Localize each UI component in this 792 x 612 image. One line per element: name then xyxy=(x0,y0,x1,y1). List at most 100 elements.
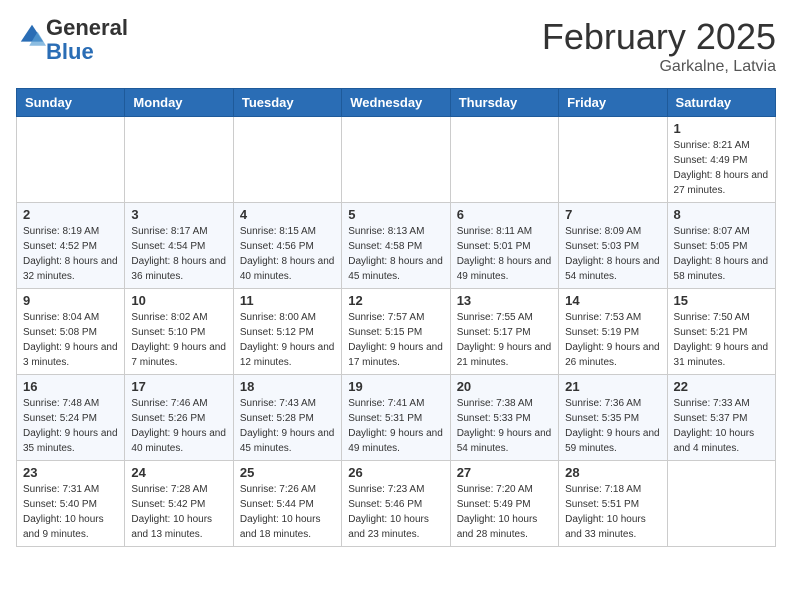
calendar-cell xyxy=(17,117,125,203)
day-number: 24 xyxy=(131,465,226,480)
calendar-cell: 23 Sunrise: 7:31 AM Sunset: 5:40 PM Dayli… xyxy=(17,461,125,547)
day-info: Sunrise: 7:26 AM Sunset: 5:44 PM Dayligh… xyxy=(240,482,335,542)
calendar-cell: 27 Sunrise: 7:20 AM Sunset: 5:49 PM Dayli… xyxy=(450,461,558,547)
calendar-cell: 18Sunrise: 7:43 AM Sunset: 5:28 PM Dayli… xyxy=(233,375,341,461)
day-info: Sunrise: 7:43 AM Sunset: 5:28 PM Dayligh… xyxy=(240,396,335,456)
calendar-cell: 2 Sunrise: 8:19 AM Sunset: 4:52 PM Daylig… xyxy=(17,203,125,289)
calendar-cell xyxy=(125,117,233,203)
calendar-week-row: 16Sunrise: 7:48 AM Sunset: 5:24 PM Dayli… xyxy=(17,375,776,461)
calendar-cell: 1 Sunrise: 8:21 AM Sunset: 4:49 PM Daylig… xyxy=(667,117,775,203)
calendar-cell: 26 Sunrise: 7:23 AM Sunset: 5:46 PM Dayli… xyxy=(342,461,450,547)
day-number: 5 xyxy=(348,207,443,222)
day-number: 12 xyxy=(348,293,443,308)
calendar-cell: 22Sunrise: 7:33 AM Sunset: 5:37 PM Dayli… xyxy=(667,375,775,461)
day-info: Sunrise: 7:20 AM Sunset: 5:49 PM Dayligh… xyxy=(457,482,552,542)
weekday-header-row: SundayMondayTuesdayWednesdayThursdayFrid… xyxy=(17,89,776,117)
weekday-header: Thursday xyxy=(450,89,558,117)
calendar-cell: 5 Sunrise: 8:13 AM Sunset: 4:58 PM Daylig… xyxy=(342,203,450,289)
calendar-week-row: 23 Sunrise: 7:31 AM Sunset: 5:40 PM Dayli… xyxy=(17,461,776,547)
day-info: Sunrise: 7:36 AM Sunset: 5:35 PM Dayligh… xyxy=(565,396,660,456)
calendar-cell: 21 Sunrise: 7:36 AM Sunset: 5:35 PM Dayli… xyxy=(559,375,667,461)
calendar-cell: 9 Sunrise: 8:04 AM Sunset: 5:08 PM Daylig… xyxy=(17,289,125,375)
calendar-cell: 3 Sunrise: 8:17 AM Sunset: 4:54 PM Daylig… xyxy=(125,203,233,289)
calendar-cell xyxy=(342,117,450,203)
calendar-cell: 24 Sunrise: 7:28 AM Sunset: 5:42 PM Dayli… xyxy=(125,461,233,547)
day-number: 14 xyxy=(565,293,660,308)
day-number: 8 xyxy=(674,207,769,222)
day-number: 6 xyxy=(457,207,552,222)
weekday-header: Sunday xyxy=(17,89,125,117)
day-info: Sunrise: 8:19 AM Sunset: 4:52 PM Dayligh… xyxy=(23,224,118,284)
calendar-cell xyxy=(450,117,558,203)
logo-icon xyxy=(18,22,46,50)
calendar-cell: 13 Sunrise: 7:55 AM Sunset: 5:17 PM Dayli… xyxy=(450,289,558,375)
calendar-week-row: 9 Sunrise: 8:04 AM Sunset: 5:08 PM Daylig… xyxy=(17,289,776,375)
calendar-cell: 16Sunrise: 7:48 AM Sunset: 5:24 PM Dayli… xyxy=(17,375,125,461)
calendar-cell: 4Sunrise: 8:15 AM Sunset: 4:56 PM Daylig… xyxy=(233,203,341,289)
calendar-cell: 17 Sunrise: 7:46 AM Sunset: 5:26 PM Dayli… xyxy=(125,375,233,461)
calendar-cell: 20 Sunrise: 7:38 AM Sunset: 5:33 PM Dayli… xyxy=(450,375,558,461)
calendar-cell: 11 Sunrise: 8:00 AM Sunset: 5:12 PM Dayli… xyxy=(233,289,341,375)
day-number: 3 xyxy=(131,207,226,222)
calendar-cell: 10 Sunrise: 8:02 AM Sunset: 5:10 PM Dayli… xyxy=(125,289,233,375)
day-number: 9 xyxy=(23,293,118,308)
calendar-cell: 7Sunrise: 8:09 AM Sunset: 5:03 PM Daylig… xyxy=(559,203,667,289)
calendar-subtitle: Garkalne, Latvia xyxy=(542,58,776,76)
day-info: Sunrise: 8:00 AM Sunset: 5:12 PM Dayligh… xyxy=(240,310,335,370)
day-info: Sunrise: 7:31 AM Sunset: 5:40 PM Dayligh… xyxy=(23,482,118,542)
day-info: Sunrise: 7:23 AM Sunset: 5:46 PM Dayligh… xyxy=(348,482,443,542)
day-info: Sunrise: 8:21 AM Sunset: 4:49 PM Dayligh… xyxy=(674,138,769,198)
calendar-cell: 6 Sunrise: 8:11 AM Sunset: 5:01 PM Daylig… xyxy=(450,203,558,289)
calendar-cell: 14 Sunrise: 7:53 AM Sunset: 5:19 PM Dayli… xyxy=(559,289,667,375)
calendar-week-row: 2 Sunrise: 8:19 AM Sunset: 4:52 PM Daylig… xyxy=(17,203,776,289)
day-number: 10 xyxy=(131,293,226,308)
calendar-cell xyxy=(233,117,341,203)
logo: General Blue xyxy=(16,16,128,64)
calendar-cell: 12 Sunrise: 7:57 AM Sunset: 5:15 PM Dayli… xyxy=(342,289,450,375)
calendar-week-row: 1 Sunrise: 8:21 AM Sunset: 4:49 PM Daylig… xyxy=(17,117,776,203)
day-number: 21 xyxy=(565,379,660,394)
day-number: 2 xyxy=(23,207,118,222)
day-info: Sunrise: 7:28 AM Sunset: 5:42 PM Dayligh… xyxy=(131,482,226,542)
weekday-header: Wednesday xyxy=(342,89,450,117)
day-number: 11 xyxy=(240,293,335,308)
calendar-cell: 25 Sunrise: 7:26 AM Sunset: 5:44 PM Dayli… xyxy=(233,461,341,547)
day-info: Sunrise: 7:46 AM Sunset: 5:26 PM Dayligh… xyxy=(131,396,226,456)
calendar-title: February 2025 xyxy=(542,16,776,58)
day-info: Sunrise: 7:38 AM Sunset: 5:33 PM Dayligh… xyxy=(457,396,552,456)
day-info: Sunrise: 8:02 AM Sunset: 5:10 PM Dayligh… xyxy=(131,310,226,370)
day-number: 27 xyxy=(457,465,552,480)
day-number: 23 xyxy=(23,465,118,480)
day-info: Sunrise: 8:13 AM Sunset: 4:58 PM Dayligh… xyxy=(348,224,443,284)
calendar-cell xyxy=(559,117,667,203)
calendar-table: SundayMondayTuesdayWednesdayThursdayFrid… xyxy=(16,88,776,547)
day-number: 4 xyxy=(240,207,335,222)
day-info: Sunrise: 7:48 AM Sunset: 5:24 PM Dayligh… xyxy=(23,396,118,456)
day-info: Sunrise: 7:41 AM Sunset: 5:31 PM Dayligh… xyxy=(348,396,443,456)
day-info: Sunrise: 7:57 AM Sunset: 5:15 PM Dayligh… xyxy=(348,310,443,370)
day-info: Sunrise: 7:53 AM Sunset: 5:19 PM Dayligh… xyxy=(565,310,660,370)
day-number: 22 xyxy=(674,379,769,394)
day-info: Sunrise: 7:18 AM Sunset: 5:51 PM Dayligh… xyxy=(565,482,660,542)
day-number: 26 xyxy=(348,465,443,480)
day-number: 28 xyxy=(565,465,660,480)
logo-blue-text: Blue xyxy=(46,39,94,64)
day-number: 13 xyxy=(457,293,552,308)
day-info: Sunrise: 8:07 AM Sunset: 5:05 PM Dayligh… xyxy=(674,224,769,284)
calendar-cell: 8 Sunrise: 8:07 AM Sunset: 5:05 PM Daylig… xyxy=(667,203,775,289)
day-number: 20 xyxy=(457,379,552,394)
calendar-cell: 19 Sunrise: 7:41 AM Sunset: 5:31 PM Dayli… xyxy=(342,375,450,461)
calendar-cell xyxy=(667,461,775,547)
day-number: 25 xyxy=(240,465,335,480)
day-info: Sunrise: 8:04 AM Sunset: 5:08 PM Dayligh… xyxy=(23,310,118,370)
weekday-header: Tuesday xyxy=(233,89,341,117)
day-info: Sunrise: 8:11 AM Sunset: 5:01 PM Dayligh… xyxy=(457,224,552,284)
weekday-header: Saturday xyxy=(667,89,775,117)
day-number: 19 xyxy=(348,379,443,394)
day-number: 1 xyxy=(674,121,769,136)
day-info: Sunrise: 8:17 AM Sunset: 4:54 PM Dayligh… xyxy=(131,224,226,284)
logo-general-text: General xyxy=(46,15,128,40)
day-info: Sunrise: 7:55 AM Sunset: 5:17 PM Dayligh… xyxy=(457,310,552,370)
day-number: 17 xyxy=(131,379,226,394)
calendar-cell: 15Sunrise: 7:50 AM Sunset: 5:21 PM Dayli… xyxy=(667,289,775,375)
